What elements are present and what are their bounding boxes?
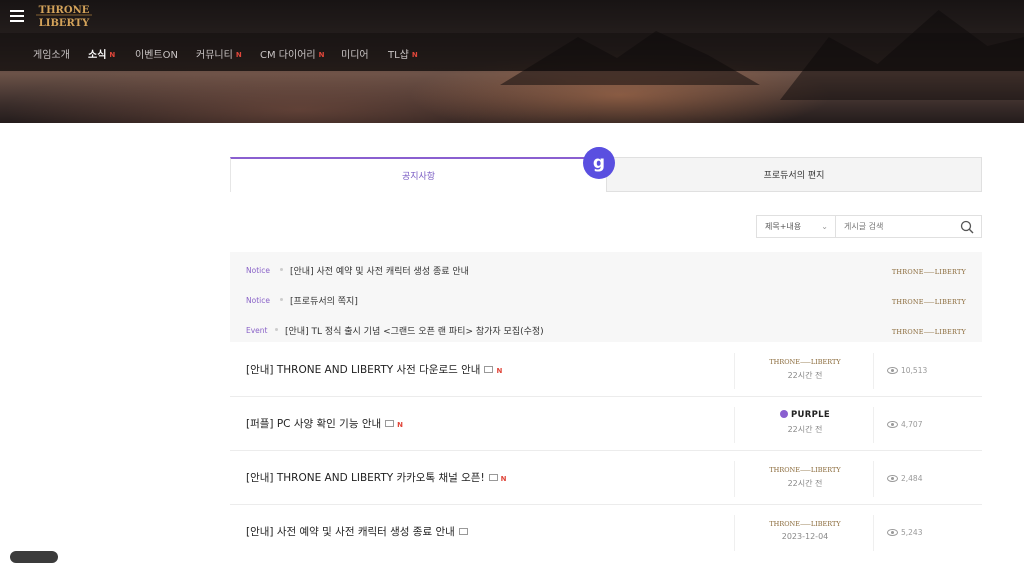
tab-notice[interactable]: 공지사항 [230,157,606,192]
top-bar: THRONE LIBERTY [0,0,1024,33]
pinned-notice-row[interactable]: Notice [안내] 사전 예약 및 사전 캐릭터 생성 종료 안내 THRO… [230,254,982,284]
eye-icon [887,529,898,536]
notice-title[interactable]: [안내] TL 정식 출시 기념 <그랜드 오픈 랜 파티> 참가자 모집(수정… [285,324,544,337]
image-attachment-icon [458,528,468,535]
author-brand: THRONE⸺LIBERTY [769,466,841,474]
post-title[interactable]: [안내] THRONE AND LIBERTY 카카오톡 채널 오픈! N [246,470,507,485]
chevron-down-icon: ⌄ [821,222,828,231]
author-brand: THRONE⸺LIBERTY [769,520,841,528]
author-brand: THRONE⸺LIBERTY [891,268,966,276]
eye-icon [887,475,898,482]
post-author: THRONE⸺LIBERTY 22시간 전 [734,353,874,389]
image-attachment-icon [385,420,395,427]
g-chat-badge-icon[interactable]: g [583,147,615,179]
separator-dot [280,298,283,301]
view-count: 10,513 [887,366,927,375]
tab-producer-letter[interactable]: 프로듀서의 편지 [606,157,982,192]
category-label: Event [246,326,268,335]
post-author: THRONE⸺LIBERTY 2023-12-04 [734,515,874,551]
category-label: Notice [246,266,270,275]
category-label: Notice [246,296,270,305]
author-brand: THRONE⸺LIBERTY [891,328,966,336]
post-row[interactable]: [안내] THRONE AND LIBERTY 카카오톡 채널 오픈! N THR… [230,451,982,505]
post-row[interactable]: [안내] 사전 예약 및 사전 캐릭터 생성 종료 안내 THRONE⸺LIBE… [230,505,982,559]
floating-pill[interactable] [10,551,58,563]
search-scope-select[interactable]: 제목+내용 ⌄ [757,216,836,237]
main-nav: 게임소개 소식 N 이벤트ON 커뮤니티 N CM 다이어리 N 미디어 TL샵 N [0,33,1024,71]
svg-text:THRONE: THRONE [39,5,90,16]
new-badge: N [496,367,503,375]
throne-liberty-logo[interactable]: THRONE LIBERTY [34,1,94,29]
pinned-notice-row[interactable]: Event [안내] TL 정식 출시 기념 <그랜드 오픈 랜 파티> 참가자… [230,314,982,344]
nav-item-event-on[interactable]: 이벤트ON [135,46,178,61]
new-badge: N [397,421,404,429]
hamburger-menu-icon[interactable] [10,10,24,22]
separator-dot [275,328,278,331]
separator-dot [280,268,283,271]
author-purple: PURPLE [735,410,875,420]
eye-icon [887,367,898,374]
view-count: 5,243 [887,528,922,537]
image-attachment-icon [484,366,494,373]
post-author: PURPLE 22시간 전 [734,407,874,443]
nav-item-game-intro[interactable]: 게임소개 [33,46,70,61]
eye-icon [887,421,898,428]
post-time: 22시간 전 [787,371,823,380]
notice-title[interactable]: [안내] 사전 예약 및 사전 캐릭터 생성 종료 안내 [290,264,469,277]
post-row[interactable]: [퍼플] PC 사양 확인 기능 안내 N PURPLE 22시간 전 4,707 [230,397,982,451]
nav-item-tl-shop[interactable]: TL샵 N [388,46,418,61]
new-badge: N [500,475,507,483]
svg-text:LIBERTY: LIBERTY [39,18,90,29]
search-bar: 제목+내용 ⌄ [756,215,982,238]
post-title[interactable]: [안내] 사전 예약 및 사전 캐릭터 생성 종료 안내 [246,524,471,539]
svg-text:g: g [593,153,605,173]
purple-logo-icon [780,410,789,418]
post-title[interactable]: [안내] THRONE AND LIBERTY 사전 다운로드 안내 N [246,362,502,377]
image-attachment-icon [488,474,498,481]
nav-item-cm-diary[interactable]: CM 다이어리 N [260,46,324,61]
author-brand: THRONE⸺LIBERTY [891,298,966,306]
post-title[interactable]: [퍼플] PC 사양 확인 기능 안내 N [246,416,403,431]
search-icon[interactable] [960,220,974,234]
view-count: 2,484 [887,474,922,483]
notice-title[interactable]: [프로듀서의 쪽지] [290,294,358,307]
pinned-notice-row[interactable]: Notice [프로듀서의 쪽지] THRONE⸺LIBERTY [230,284,982,314]
nav-item-media[interactable]: 미디어 [341,46,369,61]
view-count: 4,707 [887,420,922,429]
post-time: 22시간 전 [787,425,823,434]
post-time: 2023-12-04 [781,532,829,541]
post-author: THRONE⸺LIBERTY 22시간 전 [734,461,874,497]
pinned-notices: Notice [안내] 사전 예약 및 사전 캐릭터 생성 종료 안내 THRO… [230,252,982,342]
author-brand: THRONE⸺LIBERTY [769,358,841,366]
nav-item-news[interactable]: 소식 N [88,46,115,61]
post-row[interactable]: [안내] THRONE AND LIBERTY 사전 다운로드 안내 N THRO… [230,343,982,397]
post-time: 22시간 전 [787,479,823,488]
nav-item-community[interactable]: 커뮤니티 N [196,46,242,61]
